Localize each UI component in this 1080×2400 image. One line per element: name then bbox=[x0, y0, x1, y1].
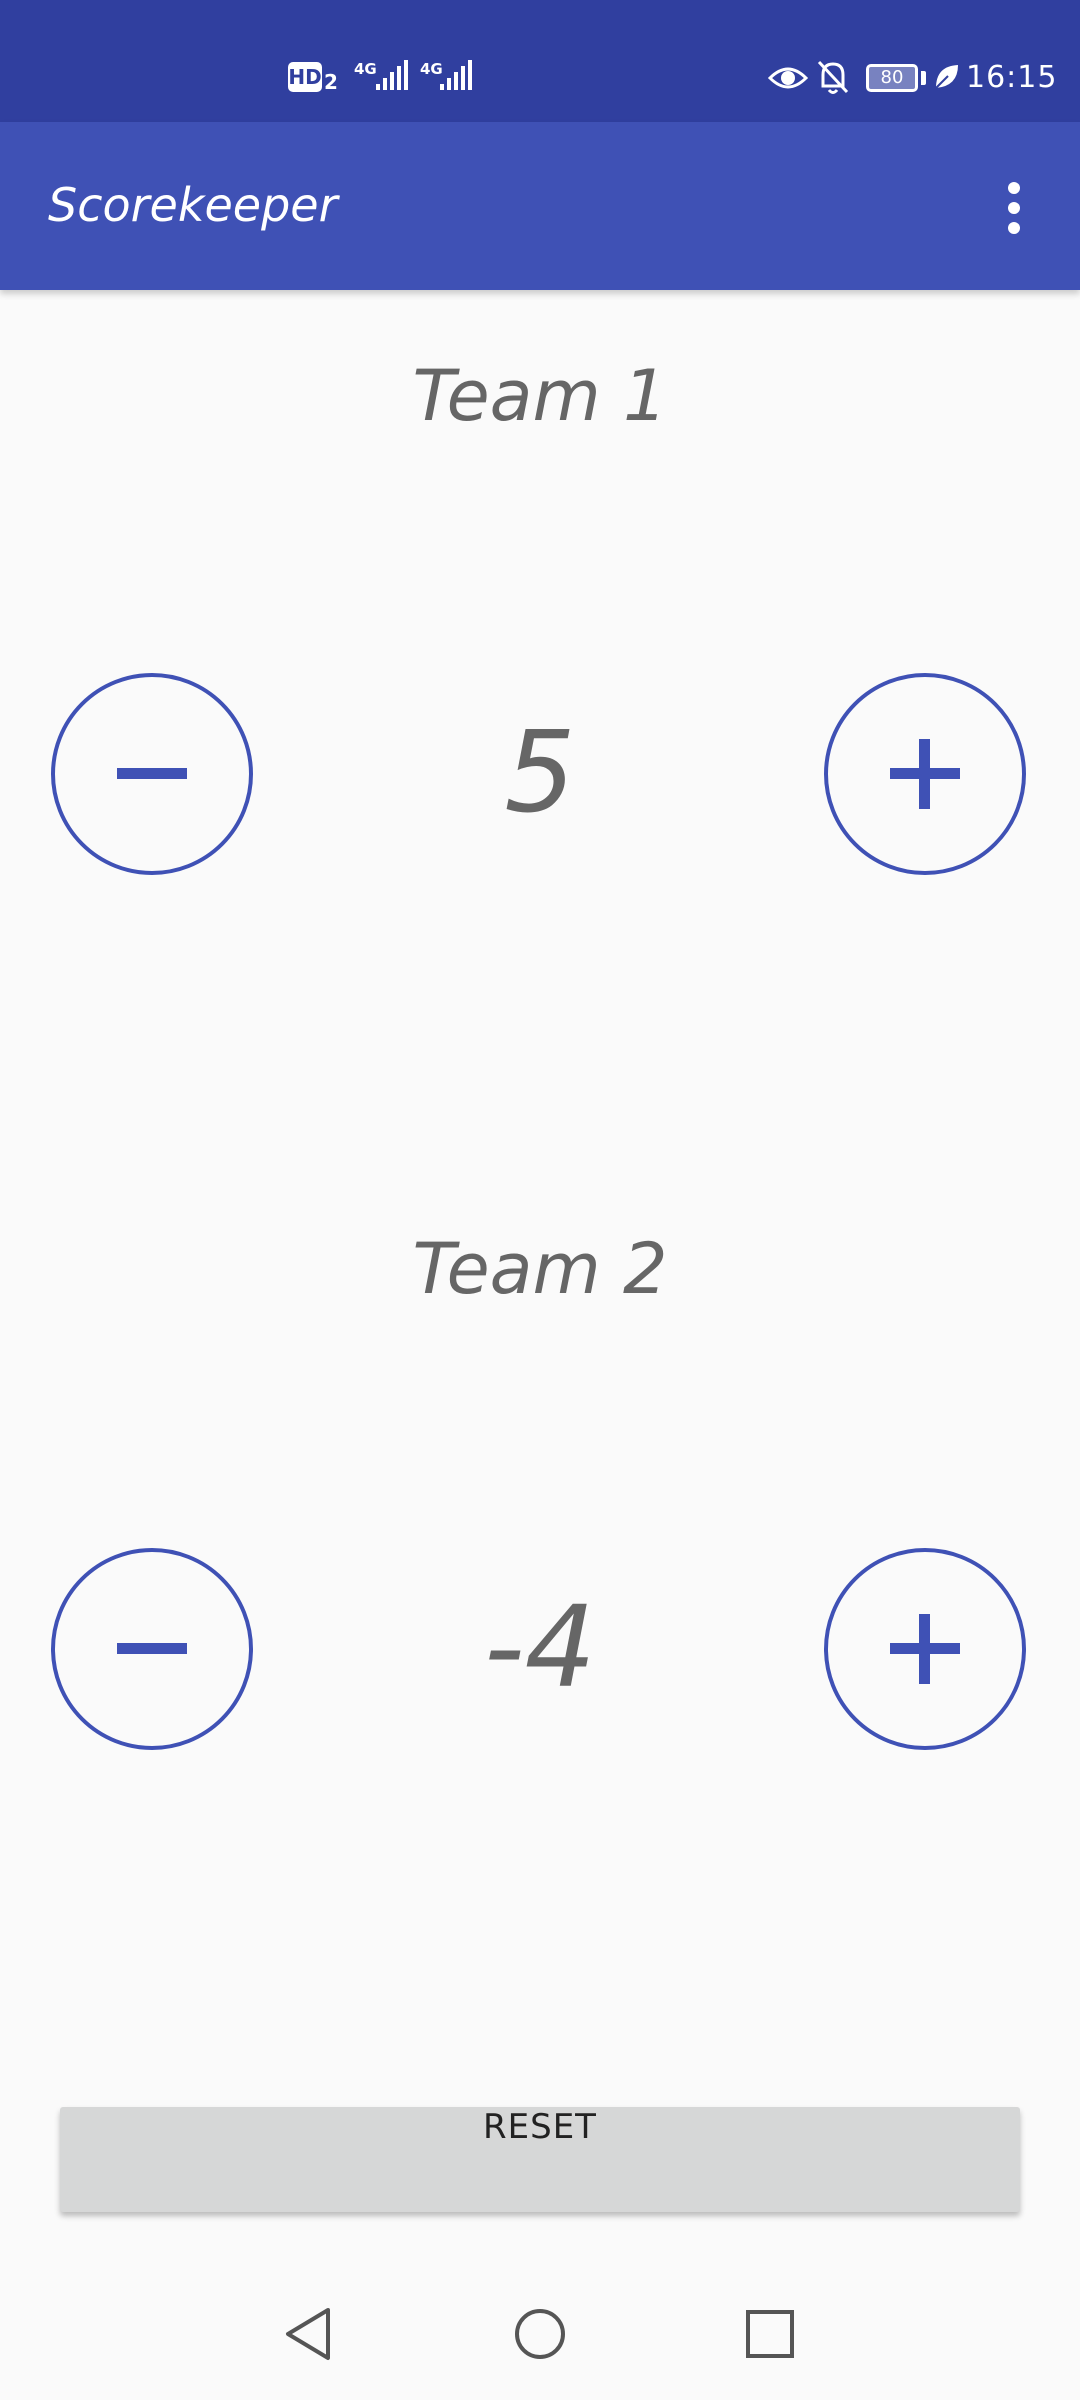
battery-tip bbox=[921, 71, 926, 85]
team-1-label: Team 1 bbox=[412, 355, 668, 437]
eye-icon bbox=[768, 67, 808, 89]
minus-icon bbox=[117, 768, 187, 779]
signal-icon bbox=[440, 60, 472, 90]
team-2-increase-button[interactable] bbox=[824, 1548, 1026, 1750]
app-bar: Scorekeeper bbox=[0, 122, 1080, 290]
team-2-decrease-button[interactable] bbox=[51, 1548, 253, 1750]
team-1-score: 5 bbox=[504, 708, 576, 838]
back-icon[interactable] bbox=[282, 2306, 336, 2362]
minus-icon bbox=[117, 1643, 187, 1654]
team-1-increase-button[interactable] bbox=[824, 673, 1026, 875]
overflow-menu-icon[interactable] bbox=[990, 172, 1038, 244]
plus-icon bbox=[890, 1614, 960, 1684]
hd-sim-number: 2 bbox=[324, 70, 338, 94]
battery-icon: 80 bbox=[866, 64, 918, 92]
reset-button[interactable]: RESET bbox=[60, 2107, 1020, 2212]
team-2-label: Team 2 bbox=[412, 1228, 668, 1310]
hd-badge: HD bbox=[288, 62, 322, 92]
signal-icon bbox=[376, 60, 408, 90]
team-2-score: -4 bbox=[484, 1583, 596, 1713]
plus-icon bbox=[890, 739, 960, 809]
clock: 16:15 bbox=[966, 60, 1058, 95]
leaf-icon bbox=[935, 65, 958, 89]
home-icon[interactable] bbox=[512, 2306, 568, 2362]
bell-off-icon bbox=[817, 60, 849, 94]
recents-icon[interactable] bbox=[744, 2308, 796, 2360]
team-1-decrease-button[interactable] bbox=[51, 673, 253, 875]
app-title: Scorekeeper bbox=[48, 178, 338, 232]
navigation-bar bbox=[0, 2270, 1080, 2400]
status-bar: HD 2 4G 4G 80 16:15 bbox=[0, 0, 1080, 122]
